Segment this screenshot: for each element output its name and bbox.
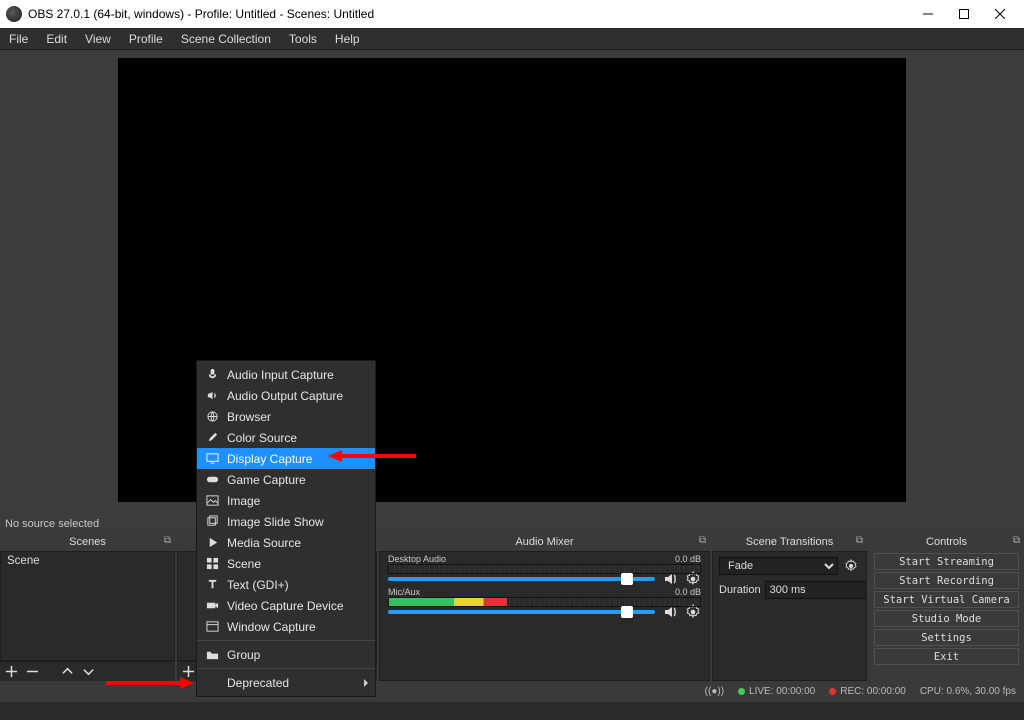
transition-settings-icon[interactable]	[842, 557, 860, 575]
controls-panel: Controls ⧉ Start Streaming Start Recordin…	[869, 533, 1024, 681]
brush-icon	[205, 431, 219, 445]
minimize-button[interactable]	[910, 0, 946, 28]
track-db: 0.0 dB	[675, 554, 701, 564]
globe-icon	[205, 410, 219, 424]
undock-icon[interactable]: ⧉	[856, 535, 863, 546]
menu-game-capture[interactable]: Game Capture	[197, 469, 375, 490]
transition-select[interactable]: Fade	[719, 557, 838, 575]
status-live: LIVE: 00:00:00	[749, 686, 815, 697]
menu-audio-input-capture[interactable]: Audio Input Capture	[197, 364, 375, 385]
scene-item[interactable]: Scene	[1, 552, 174, 570]
audio-mixer-panel: Audio Mixer ⧉ Desktop Audio 0.0 dB Mic/Aux…	[379, 533, 710, 681]
menu-scene[interactable]: Scene	[197, 553, 375, 574]
studio-mode-button[interactable]: Studio Mode	[874, 610, 1019, 627]
start-recording-button[interactable]: Start Recording	[874, 572, 1019, 589]
no-source-label: No source selected	[0, 515, 1024, 533]
track-name: Desktop Audio	[388, 554, 446, 564]
menu-scene-collection[interactable]: Scene Collection	[172, 28, 280, 49]
volume-slider[interactable]	[388, 577, 655, 581]
exit-button[interactable]: Exit	[874, 648, 1019, 665]
undock-icon[interactable]: ⧉	[164, 535, 171, 546]
status-cpu: CPU: 0.6%, 30.00 fps	[920, 686, 1016, 697]
menu-image[interactable]: Image	[197, 490, 375, 511]
text-icon	[205, 578, 219, 592]
scene-add-button[interactable]	[4, 664, 19, 679]
menu-image-slide-show[interactable]: Image Slide Show	[197, 511, 375, 532]
window-title: OBS 27.0.1 (64-bit, windows) - Profile: …	[28, 7, 374, 21]
preview-area	[0, 50, 1024, 515]
track-db: 0.0 dB	[675, 587, 701, 597]
duration-label: Duration	[719, 584, 761, 596]
mixer-track-mic: Mic/Aux 0.0 dB	[380, 585, 709, 618]
annotation-arrow	[328, 449, 418, 463]
menu-audio-output-capture[interactable]: Audio Output Capture	[197, 385, 375, 406]
menu-browser[interactable]: Browser	[197, 406, 375, 427]
menu-help[interactable]: Help	[326, 28, 369, 49]
controls-title: Controls	[926, 536, 967, 548]
menu-edit[interactable]: Edit	[37, 28, 76, 49]
menu-text-gdi[interactable]: Text (GDI+)	[197, 574, 375, 595]
menu-bar: File Edit View Profile Scene Collection …	[0, 28, 1024, 50]
menu-profile[interactable]: Profile	[120, 28, 172, 49]
broadcast-icon: ((●))	[705, 686, 724, 697]
menu-tools[interactable]: Tools	[280, 28, 326, 49]
scene-icon	[205, 557, 219, 571]
level-meter	[388, 597, 701, 607]
scene-move-up-button[interactable]	[60, 664, 75, 679]
volume-slider[interactable]	[388, 610, 655, 614]
status-rec: REC: 00:00:00	[840, 686, 906, 697]
close-button[interactable]	[982, 0, 1018, 28]
window-icon	[205, 620, 219, 634]
speaker-icon	[205, 389, 219, 403]
folder-icon	[205, 648, 219, 662]
menu-file[interactable]: File	[0, 28, 37, 49]
scene-remove-button[interactable]	[25, 664, 40, 679]
obs-logo-icon	[6, 6, 22, 22]
transitions-title: Scene Transitions	[746, 536, 833, 548]
scenes-title: Scenes	[69, 536, 106, 548]
mixer-track-desktop: Desktop Audio 0.0 dB	[380, 552, 709, 585]
undock-icon[interactable]: ⧉	[1013, 535, 1020, 546]
menu-group[interactable]: Group	[197, 644, 375, 665]
start-virtual-camera-button[interactable]: Start Virtual Camera	[874, 591, 1019, 608]
menu-media-source[interactable]: Media Source	[197, 532, 375, 553]
scene-move-down-button[interactable]	[81, 664, 96, 679]
duration-input[interactable]	[765, 581, 867, 599]
add-source-menu: Audio Input Capture Audio Output Capture…	[196, 360, 376, 697]
transitions-panel: Scene Transitions ⧉ Fade Duration	[712, 533, 867, 681]
mic-icon	[205, 368, 219, 382]
gamepad-icon	[205, 473, 219, 487]
mixer-title: Audio Mixer	[515, 536, 573, 548]
monitor-icon	[205, 452, 219, 466]
slides-icon	[205, 515, 219, 529]
settings-button[interactable]: Settings	[874, 629, 1019, 646]
track-name: Mic/Aux	[388, 587, 420, 597]
camera-icon	[205, 599, 219, 613]
annotation-arrow	[104, 676, 194, 690]
menu-video-capture-device[interactable]: Video Capture Device	[197, 595, 375, 616]
maximize-button[interactable]	[946, 0, 982, 28]
play-icon	[205, 536, 219, 550]
image-icon	[205, 494, 219, 508]
menu-color-source[interactable]: Color Source	[197, 427, 375, 448]
menu-view[interactable]: View	[76, 28, 120, 49]
start-streaming-button[interactable]: Start Streaming	[874, 553, 1019, 570]
menu-deprecated[interactable]: Deprecated	[197, 672, 375, 693]
title-bar: OBS 27.0.1 (64-bit, windows) - Profile: …	[0, 0, 1024, 28]
level-meter	[388, 564, 701, 574]
menu-window-capture[interactable]: Window Capture	[197, 616, 375, 637]
undock-icon[interactable]: ⧉	[699, 535, 706, 546]
scenes-panel: Scenes ⧉ Scene	[0, 533, 175, 681]
